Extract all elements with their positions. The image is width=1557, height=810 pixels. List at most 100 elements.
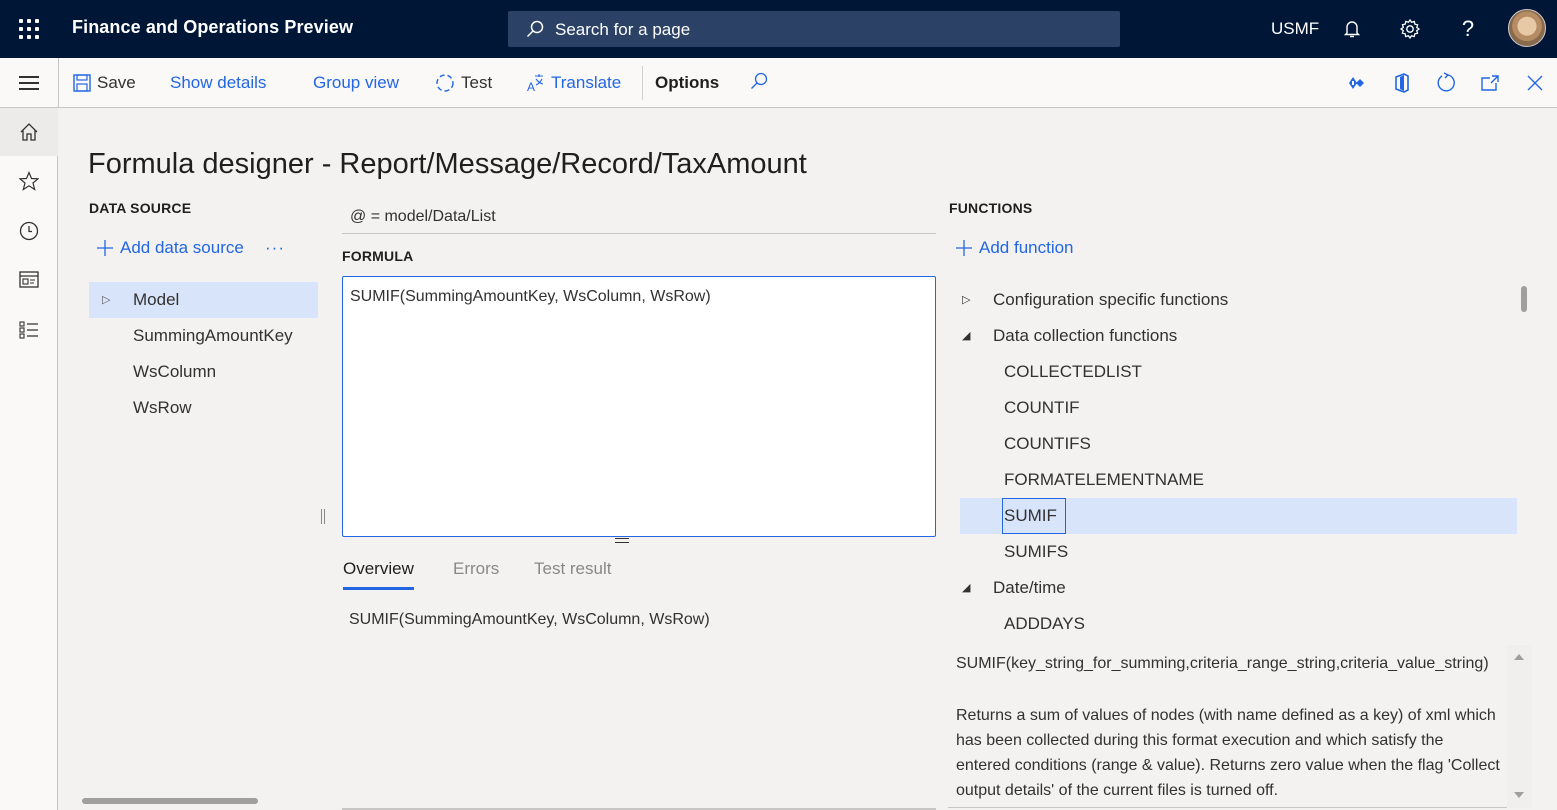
function-group-label: Data collection functions bbox=[993, 326, 1178, 345]
test-label: Test bbox=[461, 73, 493, 92]
svg-text:A: A bbox=[527, 80, 535, 93]
plus-icon bbox=[956, 240, 972, 256]
show-details-button[interactable]: Show details bbox=[170, 73, 266, 93]
collapse-icon[interactable]: ◢ bbox=[962, 318, 970, 354]
refresh-icon[interactable] bbox=[1434, 71, 1458, 95]
nav-modules[interactable] bbox=[0, 306, 58, 354]
nav-favorites[interactable] bbox=[0, 157, 58, 205]
nav-workspaces[interactable] bbox=[0, 256, 58, 304]
tab-overview[interactable]: Overview bbox=[343, 559, 414, 590]
data-source-item-model[interactable]: ▷ Model bbox=[89, 282, 318, 318]
function-signature: SUMIF(key_string_for_summing,criteria_ra… bbox=[956, 655, 1489, 672]
function-group-date-time[interactable]: ◢ Date/time bbox=[960, 570, 1517, 606]
function-label: SUMIF bbox=[1002, 498, 1066, 534]
divider bbox=[642, 66, 643, 100]
close-icon[interactable] bbox=[1523, 71, 1547, 95]
function-group-configuration-specific[interactable]: ▷ Configuration specific functions bbox=[960, 282, 1517, 318]
function-item[interactable]: COLLECTEDLIST bbox=[960, 354, 1517, 390]
data-source-heading: DATA SOURCE bbox=[89, 200, 192, 216]
add-function-label: Add function bbox=[979, 238, 1074, 257]
function-item[interactable]: ADDDAYS bbox=[960, 606, 1517, 642]
test-icon bbox=[436, 74, 454, 92]
add-function-button[interactable]: Add function bbox=[955, 238, 1074, 258]
tab-test-result[interactable]: Test result bbox=[534, 559, 611, 587]
bell-icon[interactable] bbox=[1340, 16, 1364, 42]
add-data-source-label: Add data source bbox=[120, 238, 244, 257]
nav-recent[interactable] bbox=[0, 207, 58, 255]
function-item[interactable]: COUNTIFS bbox=[960, 426, 1517, 462]
function-label: COLLECTEDLIST bbox=[1004, 362, 1142, 381]
scroll-down-icon[interactable] bbox=[1514, 792, 1524, 798]
save-icon bbox=[73, 74, 91, 92]
star-icon bbox=[19, 171, 39, 191]
functions-heading: FUNCTIONS bbox=[949, 200, 1033, 216]
avatar[interactable] bbox=[1508, 9, 1546, 47]
row-splitter-handle[interactable] bbox=[615, 538, 629, 544]
column-splitter-handle[interactable] bbox=[320, 509, 326, 525]
function-item[interactable]: FORMATELEMENTNAME bbox=[960, 462, 1517, 498]
power-apps-icon[interactable] bbox=[1345, 71, 1369, 95]
data-source-item[interactable]: WsRow bbox=[89, 390, 318, 426]
translate-label: Translate bbox=[551, 73, 622, 92]
open-new-window-icon[interactable] bbox=[1478, 71, 1502, 95]
search-placeholder: Search for a page bbox=[555, 20, 691, 39]
functions-scrollbar[interactable] bbox=[1521, 286, 1527, 312]
page-title: Formula designer - Report/Message/Record… bbox=[88, 148, 807, 180]
options-tab[interactable]: Options bbox=[655, 73, 719, 93]
function-label: FORMATELEMENTNAME bbox=[1004, 470, 1204, 489]
translate-icon: A bbox=[527, 74, 544, 93]
list-icon bbox=[19, 321, 38, 339]
action-search-icon[interactable] bbox=[750, 72, 768, 90]
data-source-label: WsColumn bbox=[133, 362, 217, 381]
action-pane: Save Show details Group view Test A Tran… bbox=[0, 58, 1557, 108]
function-label: COUNTIF bbox=[1004, 398, 1080, 417]
nav-home[interactable] bbox=[0, 108, 58, 156]
function-group-label: Configuration specific functions bbox=[993, 290, 1229, 309]
company-selector[interactable]: USMF bbox=[1271, 19, 1319, 39]
workspace-icon bbox=[19, 271, 39, 288]
scroll-up-icon[interactable] bbox=[1514, 654, 1524, 660]
function-item-selected[interactable]: SUMIF bbox=[960, 498, 1517, 534]
waffle-icon[interactable] bbox=[17, 17, 41, 41]
more-options-button[interactable]: ··· bbox=[265, 238, 285, 258]
description-scrollbar[interactable] bbox=[1507, 645, 1532, 808]
navigation-pane bbox=[0, 108, 58, 810]
translate-button[interactable]: A Translate bbox=[527, 73, 621, 93]
tab-errors[interactable]: Errors bbox=[453, 559, 499, 587]
data-source-item[interactable]: WsColumn bbox=[89, 354, 318, 390]
page-search-input[interactable]: Search for a page bbox=[508, 11, 1120, 47]
function-label: ADDDAYS bbox=[1004, 614, 1085, 633]
help-icon[interactable]: ? bbox=[1456, 16, 1480, 42]
collapse-icon[interactable]: ◢ bbox=[962, 570, 970, 606]
overview-formula-text: SUMIF(SummingAmountKey, WsColumn, WsRow) bbox=[349, 611, 710, 628]
function-description: SUMIF(key_string_for_summing,criteria_ra… bbox=[948, 645, 1532, 808]
data-source-label: WsRow bbox=[133, 398, 192, 417]
test-button[interactable]: Test bbox=[435, 73, 492, 93]
formula-editor[interactable]: SUMIF(SummingAmountKey, WsColumn, WsRow) bbox=[342, 276, 936, 537]
divider bbox=[58, 58, 59, 108]
app-title: Finance and Operations Preview bbox=[72, 17, 354, 37]
home-icon bbox=[20, 123, 38, 141]
data-source-item[interactable]: SummingAmountKey bbox=[89, 318, 318, 354]
hamburger-menu-icon[interactable] bbox=[19, 76, 39, 90]
function-label: SUMIFS bbox=[1004, 542, 1069, 561]
function-item[interactable]: SUMIFS bbox=[960, 534, 1517, 570]
function-label: COUNTIFS bbox=[1004, 434, 1091, 453]
function-group-label: Date/time bbox=[993, 578, 1066, 597]
gear-icon[interactable] bbox=[1398, 16, 1422, 42]
function-group-data-collection[interactable]: ◢ Data collection functions bbox=[960, 318, 1517, 354]
horizontal-scrollbar[interactable] bbox=[82, 798, 258, 804]
add-data-source-button[interactable]: Add data source bbox=[96, 238, 244, 258]
group-view-button[interactable]: Group view bbox=[313, 73, 399, 93]
save-label: Save bbox=[97, 73, 136, 92]
expand-icon[interactable]: ▷ bbox=[962, 282, 970, 318]
search-icon bbox=[526, 20, 544, 38]
data-source-label: Model bbox=[133, 290, 180, 309]
function-description-text: Returns a sum of values of nodes (with n… bbox=[956, 707, 1500, 799]
context-path: @ = model/Data/List bbox=[342, 200, 936, 234]
top-navigation-bar: Finance and Operations Preview Search fo… bbox=[0, 0, 1557, 58]
office-icon[interactable] bbox=[1390, 71, 1414, 95]
function-item[interactable]: COUNTIF bbox=[960, 390, 1517, 426]
save-button[interactable]: Save bbox=[73, 73, 136, 93]
expand-icon[interactable]: ▷ bbox=[102, 282, 110, 318]
